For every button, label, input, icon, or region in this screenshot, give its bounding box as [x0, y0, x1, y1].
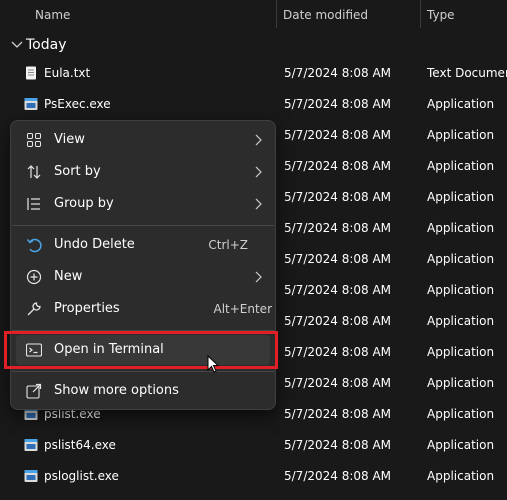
chevron-down-icon	[11, 41, 23, 48]
app-icon	[24, 439, 38, 451]
file-date: 5/7/2024 8:08 AM	[284, 128, 392, 142]
file-type: Application	[427, 252, 495, 266]
menu-item-new[interactable]: New	[16, 262, 270, 292]
file-type: Application	[427, 376, 495, 390]
file-type: Application	[427, 128, 495, 142]
file-name: PsExec.exe	[44, 97, 111, 111]
menu-item-label: Undo Delete	[54, 237, 135, 252]
menu-item-undo-delete[interactable]: Undo Delete Ctrl+Z	[16, 230, 270, 260]
group-list-icon	[27, 198, 40, 210]
menu-item-label: View	[54, 132, 85, 147]
file-date: 5/7/2024 8:08 AM	[284, 376, 392, 390]
file-date: 5/7/2024 8:08 AM	[284, 252, 392, 266]
file-type: Application	[427, 438, 495, 452]
file-type: Application	[427, 283, 495, 297]
file-row[interactable]: psloglist.exe 5/7/2024 8:08 AM Applicati…	[0, 461, 507, 492]
file-date: 5/7/2024 8:08 AM	[284, 438, 392, 452]
file-date: 5/7/2024 8:08 AM	[284, 314, 392, 328]
shortcut-label: Ctrl+Z	[208, 238, 248, 252]
menu-item-label: Properties	[54, 301, 120, 316]
menu-item-view[interactable]: View	[16, 125, 270, 155]
file-date: 5/7/2024 8:08 AM	[284, 97, 392, 111]
file-name: Eula.txt	[44, 66, 91, 80]
file-name: psloglist.exe	[44, 469, 119, 483]
column-type-header[interactable]: Type	[427, 0, 455, 30]
column-divider[interactable]	[420, 0, 421, 28]
grid-view-icon	[27, 133, 41, 147]
file-date: 5/7/2024 8:08 AM	[284, 190, 392, 204]
file-type: Application	[427, 190, 495, 204]
menu-item-show-more-options[interactable]: Show more options	[16, 376, 270, 406]
menu-item-sort-by[interactable]: Sort by	[16, 157, 270, 187]
undo-icon	[26, 238, 42, 253]
file-type: Application	[427, 97, 495, 111]
column-header: Name Date modified Type	[0, 0, 507, 30]
group-label: Today	[26, 37, 67, 53]
file-row[interactable]: Eula.txt 5/7/2024 8:08 AM Text Document	[0, 58, 507, 89]
shortcut-label: Alt+Enter	[213, 302, 272, 316]
chevron-right-icon	[255, 198, 262, 210]
menu-item-label: Group by	[54, 196, 114, 211]
file-type: Application	[427, 407, 495, 421]
app-icon	[24, 470, 38, 482]
wrench-icon	[27, 302, 41, 316]
file-type: Application	[427, 159, 495, 173]
file-name: pslist64.exe	[44, 438, 116, 452]
file-type: Application	[427, 469, 495, 483]
column-name-header[interactable]: Name	[35, 0, 70, 30]
file-type: Application	[427, 345, 495, 359]
menu-item-label: Show more options	[54, 383, 179, 398]
file-date: 5/7/2024 8:08 AM	[284, 283, 392, 297]
menu-item-label: New	[54, 269, 83, 284]
file-date: 5/7/2024 8:08 AM	[284, 221, 392, 235]
chevron-right-icon	[255, 134, 262, 146]
plus-circle-icon	[26, 269, 42, 285]
sort-arrows-icon	[27, 165, 41, 179]
file-date: 5/7/2024 8:08 AM	[284, 345, 392, 359]
chevron-right-icon	[255, 166, 262, 178]
share-box-icon	[26, 383, 42, 399]
file-type: Application	[427, 314, 495, 328]
menu-item-group-by[interactable]: Group by	[16, 189, 270, 219]
mouse-cursor-icon	[207, 355, 219, 373]
column-divider[interactable]	[276, 0, 277, 28]
highlight-box	[4, 331, 278, 369]
menu-item-properties[interactable]: Properties Alt+Enter	[16, 294, 272, 324]
file-date: 5/7/2024 8:08 AM	[284, 66, 392, 80]
menu-item-label: Sort by	[54, 164, 101, 179]
file-row[interactable]: PsExec.exe 5/7/2024 8:08 AM Application	[0, 89, 507, 120]
file-type: Application	[427, 221, 495, 235]
file-row[interactable]: pslist64.exe 5/7/2024 8:08 AM Applicatio…	[0, 430, 507, 461]
menu-divider	[12, 371, 274, 372]
file-date: 5/7/2024 8:08 AM	[284, 407, 392, 421]
chevron-right-icon	[255, 271, 262, 283]
file-date: 5/7/2024 8:08 AM	[284, 159, 392, 173]
app-icon	[24, 98, 38, 110]
file-type: Text Document	[427, 66, 507, 80]
column-date-header[interactable]: Date modified	[283, 0, 368, 30]
text-file-icon	[26, 66, 36, 80]
menu-divider	[12, 225, 274, 226]
file-date: 5/7/2024 8:08 AM	[284, 469, 392, 483]
